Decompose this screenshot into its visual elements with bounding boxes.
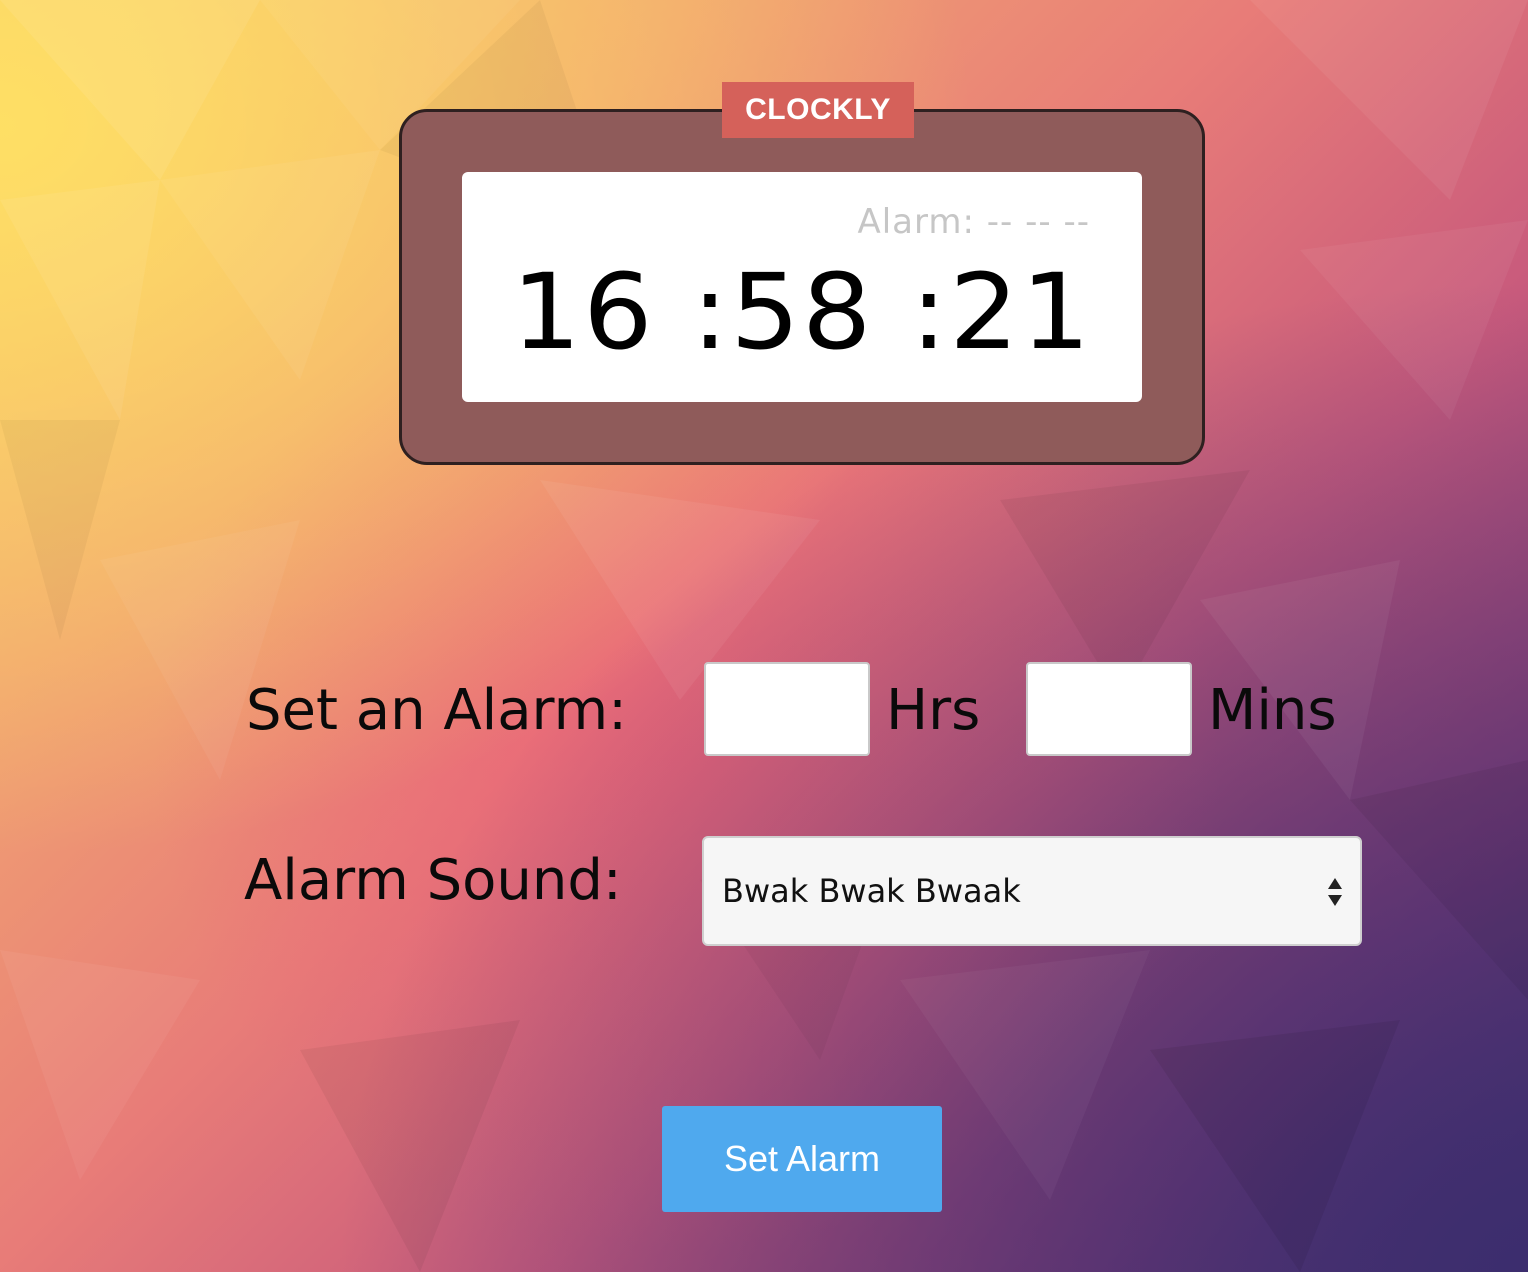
minutes-input[interactable] [1026,662,1192,756]
set-alarm-label: Set an Alarm: [246,678,628,743]
hours-input[interactable] [704,662,870,756]
brand-logo: CLOCKLY [722,82,914,138]
alarm-readout: Alarm: -- -- -- [857,202,1090,242]
alarm-sound-select[interactable]: Bwak Bwak Bwaak [702,836,1362,946]
hours-unit-label: Hrs [886,678,981,743]
select-arrows-icon [1328,878,1342,906]
clock-display: Alarm: -- -- -- 16 :58 :21 [462,172,1142,402]
alarm-sound-label: Alarm Sound: [244,848,622,913]
alarm-sound-selected: Bwak Bwak Bwaak [722,872,1021,910]
set-alarm-button[interactable]: Set Alarm [662,1106,942,1212]
minutes-unit-label: Mins [1208,678,1337,743]
current-time: 16 :58 :21 [511,251,1093,373]
